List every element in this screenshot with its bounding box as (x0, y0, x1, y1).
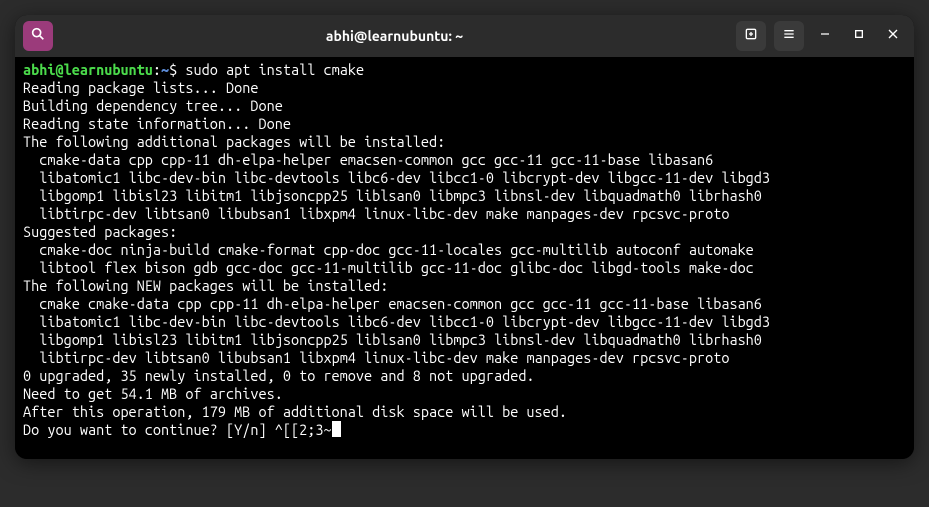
new-tab-icon (743, 26, 759, 46)
output-line: libtool flex bison gdb gcc-doc gcc-11-mu… (39, 259, 754, 276)
output-line: After this operation, 179 MB of addition… (23, 403, 567, 420)
output-line: Building dependency tree... Done (23, 97, 283, 114)
window-title: abhi@learnubuntu: ~ (61, 28, 728, 44)
output-line: libtirpc-dev libtsan0 libubsan1 libxpm4 … (39, 349, 729, 366)
terminal-output[interactable]: abhi@learnubuntu:~$ sudo apt install cma… (15, 57, 914, 459)
output-line: The following NEW packages will be insta… (23, 277, 388, 294)
prompt-user-host: abhi@learnubuntu (23, 61, 153, 78)
minimize-icon (817, 26, 833, 46)
output-line: libatomic1 libc-dev-bin libc-devtools li… (39, 313, 770, 330)
output-line: libgomp1 libisl23 libitm1 libjsoncpp25 l… (39, 187, 762, 204)
output-line: cmake-doc ninja-build cmake-format cpp-d… (39, 241, 754, 258)
maximize-icon (851, 26, 867, 46)
output-line: Reading package lists... Done (23, 79, 258, 96)
search-icon (30, 26, 46, 46)
hamburger-menu-button[interactable] (774, 21, 804, 51)
close-icon (885, 26, 901, 46)
new-tab-button[interactable] (736, 21, 766, 51)
prompt-colon: : (153, 61, 161, 78)
output-line: 0 upgraded, 35 newly installed, 0 to rem… (23, 367, 535, 384)
output-line: libatomic1 libc-dev-bin libc-devtools li… (39, 169, 770, 186)
prompt-dollar: $ (169, 61, 177, 78)
hamburger-icon (781, 26, 797, 46)
output-line: cmake cmake-data cpp cpp-11 dh-elpa-help… (39, 295, 762, 312)
terminal-window: abhi@learnubuntu: ~ (15, 15, 914, 459)
command-text: sudo apt install cmake (185, 61, 364, 78)
titlebar: abhi@learnubuntu: ~ (15, 15, 914, 57)
output-line: Need to get 54.1 MB of archives. (23, 385, 283, 402)
output-line: libgomp1 libisl23 libitm1 libjsoncpp25 l… (39, 331, 762, 348)
output-line: libtirpc-dev libtsan0 libubsan1 libxpm4 … (39, 205, 729, 222)
close-button[interactable] (880, 21, 906, 51)
output-line: Reading state information... Done (23, 115, 291, 132)
output-line: The following additional packages will b… (23, 133, 445, 150)
prompt-continue: Do you want to continue? [Y/n] ^[[2;3~ (23, 421, 332, 438)
maximize-button[interactable] (846, 21, 872, 51)
minimize-button[interactable] (812, 21, 838, 51)
cursor (332, 421, 341, 437)
output-line: Suggested packages: (23, 223, 177, 240)
output-line: cmake-data cpp cpp-11 dh-elpa-helper ema… (39, 151, 713, 168)
prompt-path: ~ (161, 61, 169, 78)
search-button[interactable] (23, 21, 53, 51)
